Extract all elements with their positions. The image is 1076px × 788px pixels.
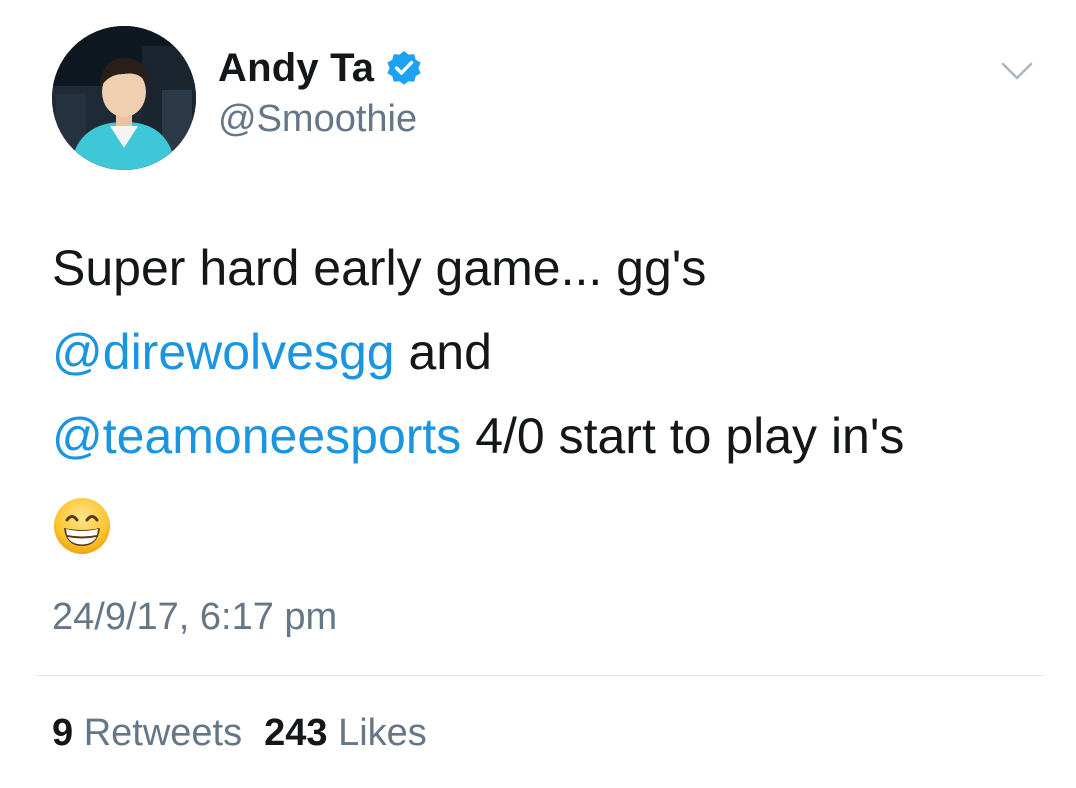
tweet-line-2: @direwolvesgg and	[52, 310, 1052, 394]
mention-teamoneesports[interactable]: @teamoneesports	[52, 408, 461, 464]
profile-photo	[52, 26, 196, 170]
retweets-count: 9	[52, 712, 74, 754]
verified-badge-icon	[387, 50, 421, 85]
tweet-line-4	[52, 478, 1052, 562]
author-name-row[interactable]: Andy Ta	[218, 46, 424, 91]
tweet-stats: 9 Retweets 243 Likes	[52, 712, 427, 755]
tweet-timestamp[interactable]: 24/9/17, 6:17 pm	[52, 596, 337, 639]
chevron-down-icon[interactable]	[1000, 58, 1034, 84]
divider	[36, 675, 1044, 676]
likes-label: Likes	[338, 712, 427, 754]
mention-direwolvesgg[interactable]: @direwolvesgg	[52, 324, 395, 380]
tweet-line-1: Super hard early game... gg's	[52, 240, 707, 296]
retweets-label: Retweets	[83, 712, 243, 754]
likes-count: 243	[264, 712, 328, 754]
tweet-text-and: and	[394, 324, 492, 380]
tweet-text-start: 4/0 start to play in's	[461, 408, 905, 464]
tweet-line-3: @teamoneesports 4/0 start to play in's	[52, 394, 1052, 478]
grinning-face-emoji-icon	[54, 497, 110, 554]
likes-stat[interactable]: 243 Likes	[264, 712, 427, 755]
tweet-text: Super hard early game... gg's @direwolve…	[52, 226, 1052, 562]
retweets-stat[interactable]: 9 Retweets	[52, 712, 242, 755]
display-name[interactable]: Andy Ta	[218, 46, 374, 91]
avatar[interactable]	[52, 26, 196, 170]
author-handle[interactable]: @Smoothie	[218, 98, 417, 141]
